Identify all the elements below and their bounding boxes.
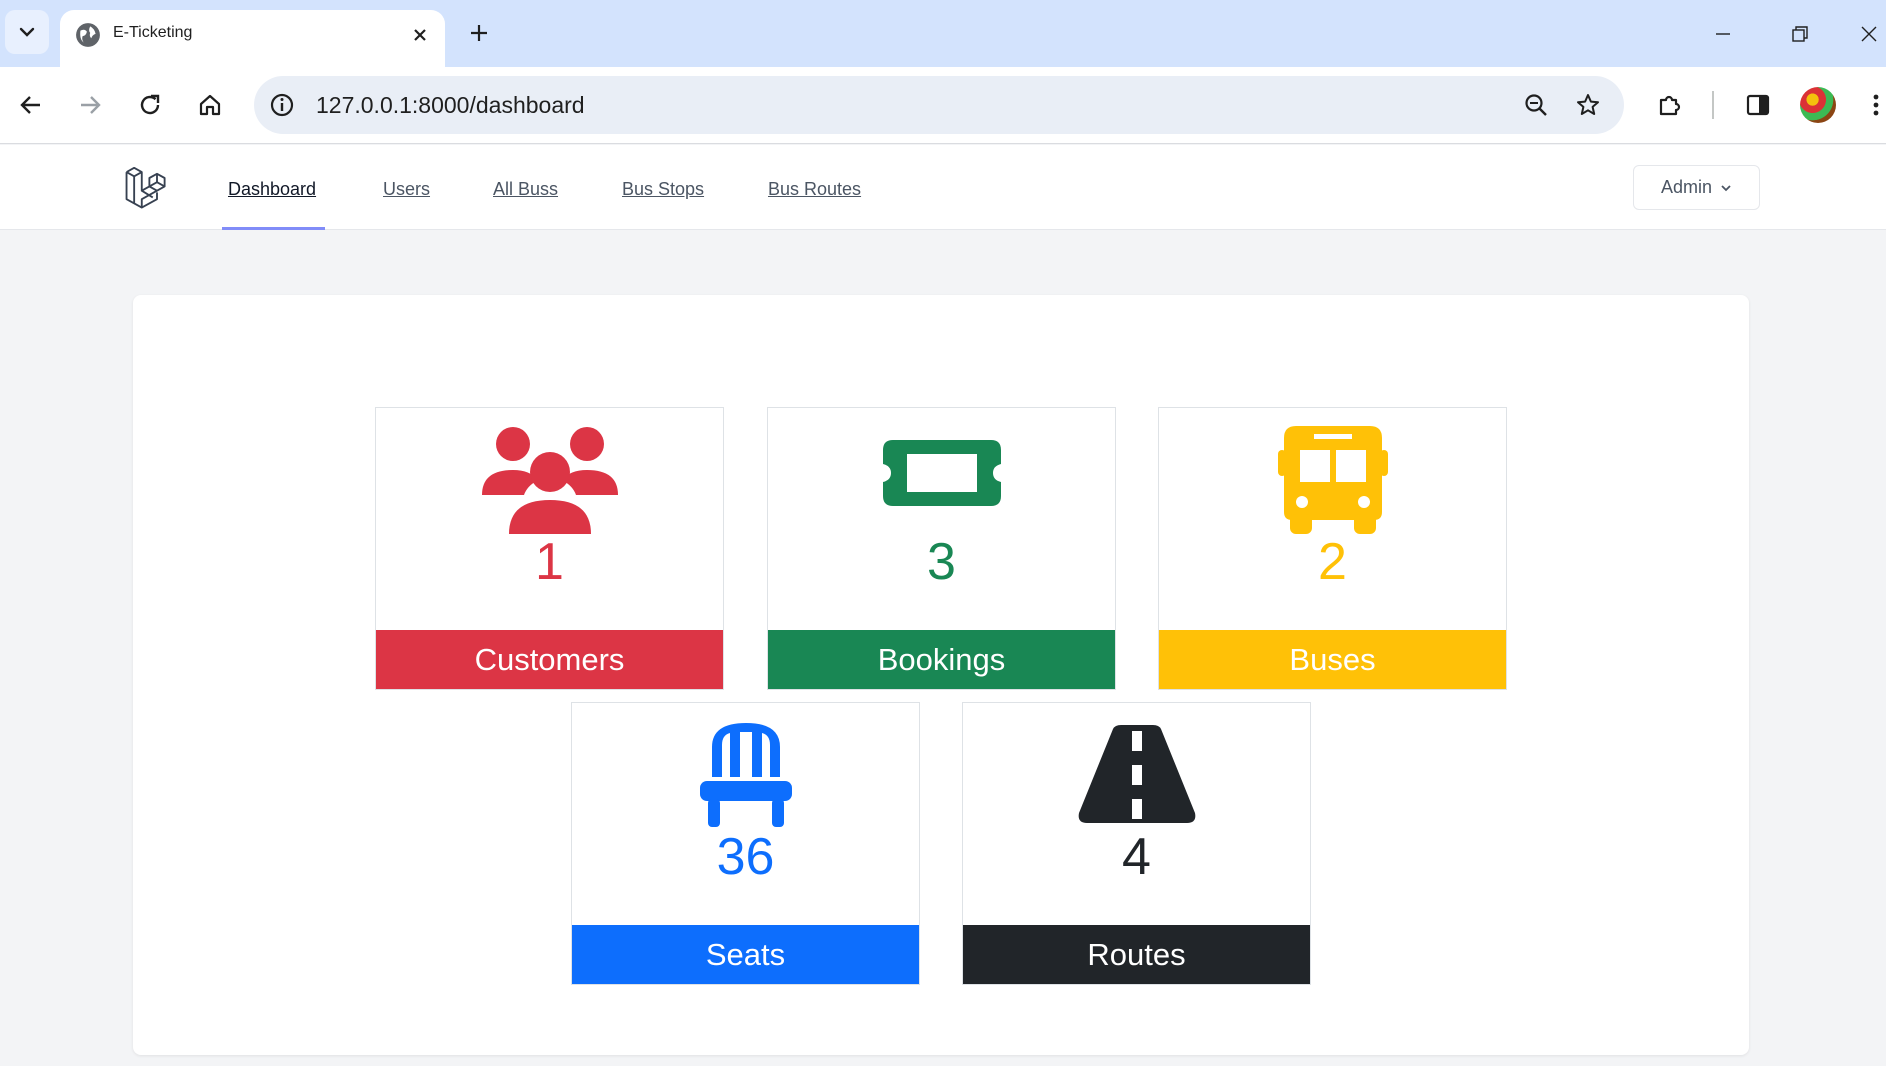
zoom-out-icon	[1525, 94, 1547, 116]
bookmark-button[interactable]	[1572, 89, 1604, 121]
nav-users[interactable]: Users	[383, 179, 430, 200]
home-icon	[199, 94, 221, 116]
more-vertical-icon	[1873, 94, 1879, 116]
stat-count: 2	[1318, 533, 1347, 591]
stat-label: Routes	[963, 925, 1310, 984]
plus-icon	[471, 25, 487, 41]
browser-tab[interactable]: E-Ticketing	[60, 10, 445, 67]
nav-dashboard[interactable]: Dashboard	[228, 179, 316, 200]
close-icon	[1861, 26, 1877, 42]
restore-icon	[1792, 26, 1808, 42]
close-icon	[414, 29, 426, 41]
stat-card-customers[interactable]: 1 Customers	[375, 407, 724, 690]
puzzle-icon	[1659, 95, 1681, 116]
road-icon	[1078, 725, 1195, 823]
tab-title: E-Ticketing	[113, 24, 193, 41]
stat-card-routes[interactable]: 4 Routes	[962, 702, 1311, 985]
stat-label: Customers	[376, 630, 723, 689]
stat-card-buses[interactable]: 2 Buses	[1158, 407, 1507, 690]
browser-tab-strip: E-Ticketing	[0, 0, 1886, 67]
address-bar[interactable]: 127.0.0.1:8000/dashboard	[254, 76, 1624, 134]
toolbar-divider	[1712, 91, 1714, 119]
dashboard-card: 1 Customers 3 Bookings 2 Buses 36 Seats …	[133, 295, 1749, 1055]
minimize-button[interactable]	[1700, 14, 1746, 54]
arrow-right-icon	[81, 96, 101, 114]
globe-icon	[76, 23, 100, 47]
tab-close-button[interactable]	[407, 22, 433, 48]
restore-button[interactable]	[1777, 14, 1823, 54]
nav-bus-routes[interactable]: Bus Routes	[768, 179, 861, 200]
zoom-button[interactable]	[1520, 89, 1552, 121]
nav-all-buss[interactable]: All Buss	[493, 179, 558, 200]
stat-label: Bookings	[768, 630, 1115, 689]
browser-toolbar: 127.0.0.1:8000/dashboard	[0, 67, 1886, 144]
side-panel-icon	[1746, 94, 1770, 116]
stat-count: 4	[1122, 828, 1151, 886]
ticket-icon	[882, 440, 1001, 506]
profile-avatar[interactable]	[1800, 87, 1836, 123]
nav-bus-stops[interactable]: Bus Stops	[622, 179, 704, 200]
site-info-button[interactable]	[266, 89, 298, 121]
minimize-icon	[1716, 33, 1730, 35]
chevron-down-icon	[1721, 184, 1731, 191]
home-button[interactable]	[190, 85, 230, 125]
star-icon	[1577, 94, 1599, 115]
stat-count: 36	[716, 828, 775, 886]
tab-search-button[interactable]	[5, 10, 49, 54]
url-text: 127.0.0.1:8000/dashboard	[316, 92, 585, 118]
admin-dropdown[interactable]: Admin	[1633, 165, 1760, 210]
users-icon	[481, 427, 618, 534]
bus-icon	[1277, 426, 1388, 534]
info-icon	[270, 93, 294, 117]
chair-icon	[699, 723, 792, 827]
stat-card-bookings[interactable]: 3 Bookings	[767, 407, 1116, 690]
arrow-left-icon	[20, 96, 40, 114]
admin-dropdown-label: Admin	[1660, 177, 1713, 197]
new-tab-button[interactable]	[464, 18, 494, 48]
app-navigation: Dashboard Users All Buss Bus Stops Bus R…	[0, 145, 1886, 230]
stat-card-seats[interactable]: 36 Seats	[571, 702, 920, 985]
stat-label: Buses	[1159, 630, 1506, 689]
stat-label: Seats	[572, 925, 919, 984]
stat-count: 3	[927, 533, 956, 591]
forward-button[interactable]	[70, 85, 110, 125]
close-window-button[interactable]	[1852, 14, 1886, 54]
reload-button[interactable]	[130, 85, 170, 125]
stat-count: 1	[535, 533, 564, 591]
chevron-down-icon	[19, 27, 35, 37]
active-nav-indicator	[222, 227, 325, 230]
back-button[interactable]	[11, 85, 51, 125]
reload-icon	[140, 94, 160, 115]
laravel-logo-icon[interactable]	[124, 167, 168, 211]
side-panel-button[interactable]	[1738, 85, 1778, 125]
browser-menu-button[interactable]	[1866, 85, 1886, 125]
extensions-button[interactable]	[1650, 85, 1690, 125]
